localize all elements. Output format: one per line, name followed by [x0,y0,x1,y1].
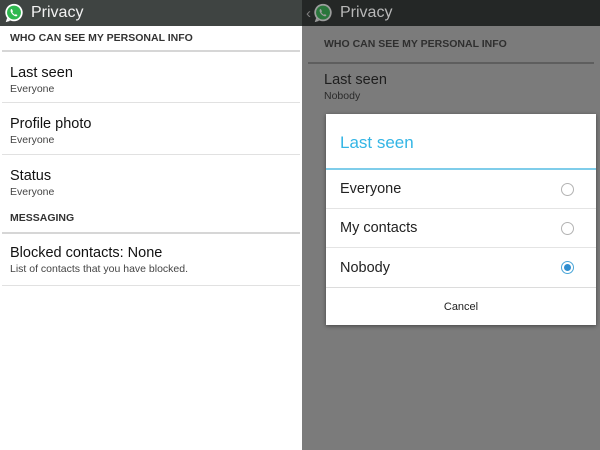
setting-profile-photo[interactable]: Profile photo Everyone [2,103,300,155]
setting-last-seen[interactable]: Last seen Everyone [2,52,300,103]
option-label: Nobody [340,259,390,276]
setting-last-seen[interactable]: Last seen Nobody [302,64,600,114]
chevron-left-icon[interactable]: ‹ [306,5,311,22]
setting-status[interactable]: Status Everyone [2,155,300,204]
dialog-title: Last seen [326,114,596,170]
privacy-settings-panel: Privacy WHO CAN SEE MY PERSONAL INFO Las… [0,0,302,450]
setting-blocked-contacts[interactable]: Blocked contacts: None List of contacts … [2,234,300,286]
last-seen-dialog: Last seen Everyone My contacts Nobody Ca… [326,114,596,325]
setting-value: Everyone [10,83,55,95]
radio-button[interactable] [561,221,574,235]
setting-title: Last seen [324,72,387,88]
option-label: Everyone [340,181,402,197]
page-title: Privacy [340,4,393,21]
setting-title: Profile photo [10,116,92,132]
action-bar-dimmed: ‹ Privacy [302,0,600,26]
section-header-personal-info: WHO CAN SEE MY PERSONAL INFO [308,26,594,64]
whatsapp-logo-icon[interactable] [312,2,334,24]
setting-title: Blocked contacts: None [10,245,163,261]
dialog-button-bar: Cancel [326,287,596,326]
option-everyone[interactable]: Everyone [326,170,596,209]
option-my-contacts[interactable]: My contacts [326,209,596,248]
setting-value: Everyone [10,134,55,146]
setting-title: Last seen [10,65,73,81]
setting-value: Nobody [324,90,361,102]
setting-value: Everyone [10,186,55,198]
section-header-personal-info: WHO CAN SEE MY PERSONAL INFO [2,26,300,52]
whatsapp-logo-icon[interactable] [3,2,25,24]
setting-value: List of contacts that you have blocked. [10,263,189,275]
action-bar: Privacy [0,0,302,26]
section-header-messaging: MESSAGING [2,204,300,234]
setting-title: Status [10,168,52,184]
cancel-button[interactable]: Cancel [444,301,478,313]
radio-button-checked[interactable] [561,261,574,274]
option-nobody[interactable]: Nobody [326,248,596,287]
privacy-dialog-panel: ‹ Privacy WHO CAN SEE MY PERSONAL INFO L… [302,0,600,450]
option-label: My contacts [340,220,418,236]
page-title: Privacy [31,4,84,21]
radio-button[interactable] [561,182,574,196]
